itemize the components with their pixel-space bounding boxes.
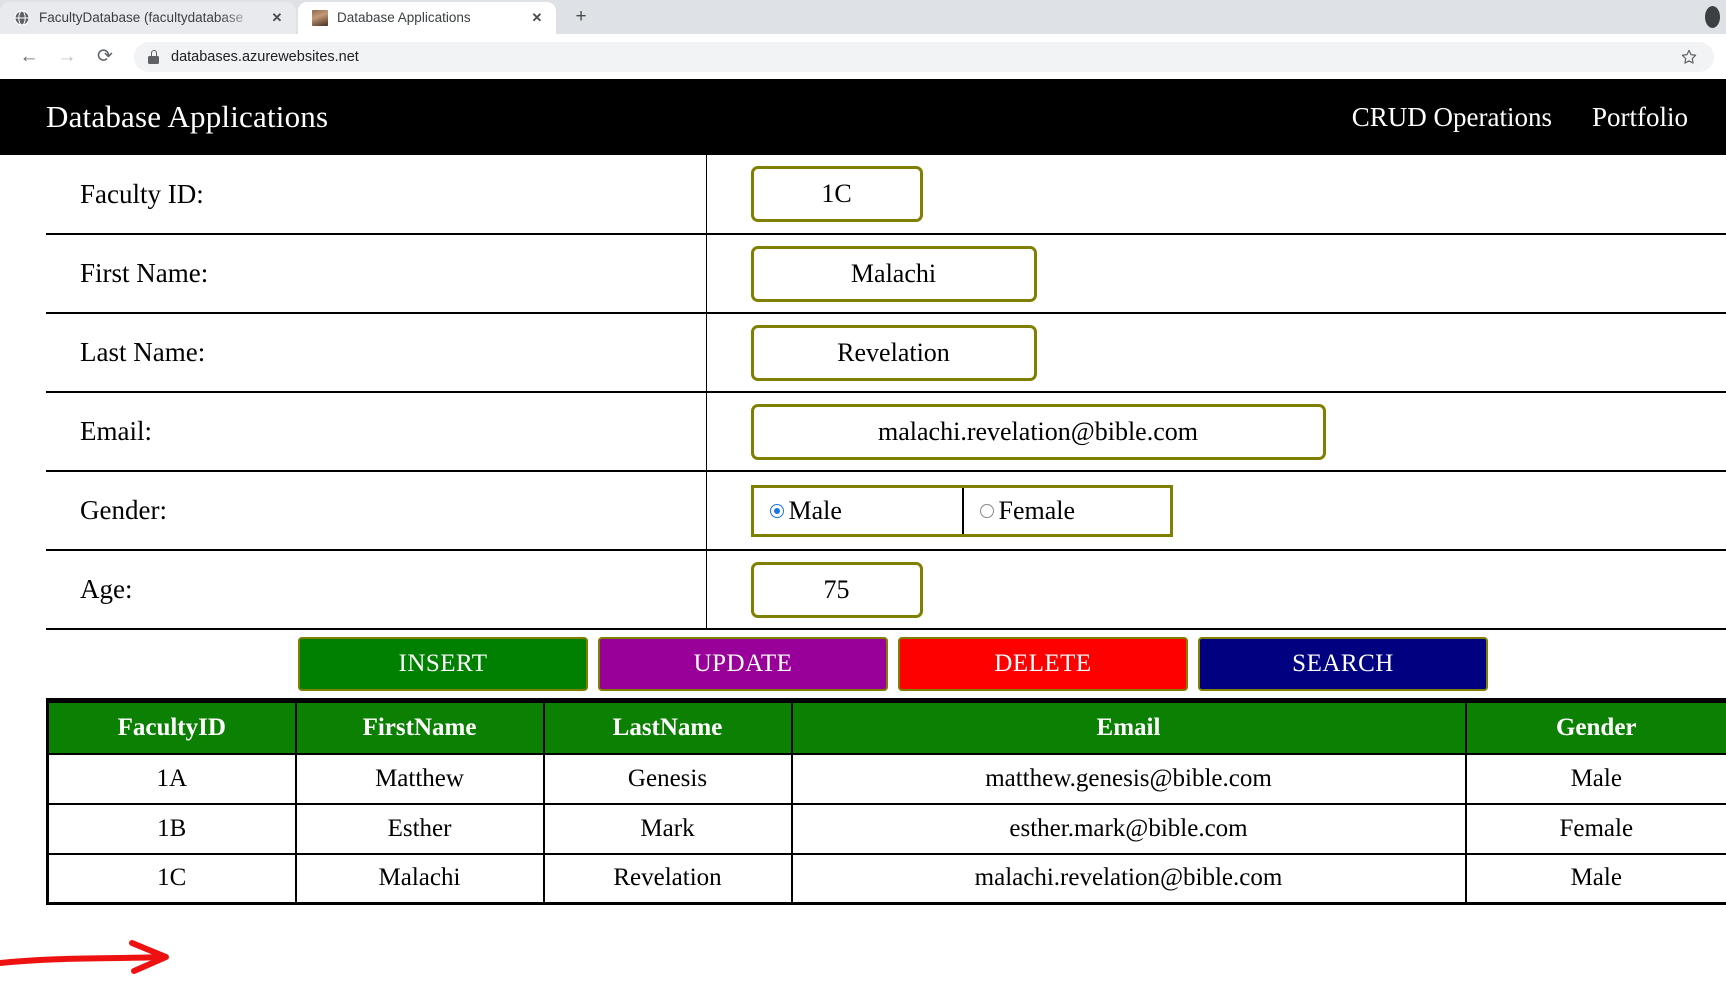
cell-email: matthew.genesis@bible.com xyxy=(790,752,1467,805)
back-button[interactable]: ← xyxy=(12,40,46,74)
browser-tab-facultydatabase[interactable]: FacultyDatabase (facultydatabase ✕ xyxy=(0,2,296,34)
tab-strip: FacultyDatabase (facultydatabase ✕ Datab… xyxy=(0,0,1726,34)
table-row[interactable]: 1B Esther Mark esther.mark@bible.com Fem… xyxy=(46,802,1726,855)
window-controls-icon[interactable] xyxy=(1705,6,1720,28)
tab-title: Database Applications xyxy=(337,10,471,25)
search-button[interactable]: SEARCH xyxy=(1198,637,1488,691)
form-row-first-name: First Name: Malachi xyxy=(46,234,1726,314)
gender-radio-group: Male Female xyxy=(750,484,1173,537)
cell-facultyid: 1C xyxy=(46,852,297,905)
nav-links: CRUD Operations Portfolio xyxy=(1352,102,1698,133)
main-content: Faculty ID: 1C First Name: Malachi Last … xyxy=(0,155,1726,905)
results-table-wrapper: FacultyID FirstName LastName Email Gende… xyxy=(46,700,1726,905)
column-header-facultyid[interactable]: FacultyID xyxy=(46,700,297,755)
email-input[interactable]: malachi.revelation@bible.com xyxy=(750,403,1326,460)
form-row-email: Email: malachi.revelation@bible.com xyxy=(46,392,1726,472)
form-row-last-name: Last Name: Revelation xyxy=(46,313,1726,393)
update-button[interactable]: UPDATE xyxy=(598,637,888,691)
first-name-input[interactable]: Malachi xyxy=(750,245,1037,302)
form-row-age: Age: 75 xyxy=(46,550,1726,630)
insert-button[interactable]: INSERT xyxy=(298,637,588,691)
form-row-faculty-id: Faculty ID: 1C xyxy=(46,155,1726,235)
tab-title: FacultyDatabase (facultydatabase xyxy=(39,10,244,25)
age-input[interactable]: 75 xyxy=(750,561,923,618)
cell-firstname: Malachi xyxy=(294,852,545,905)
form-label-gender: Gender: xyxy=(46,471,707,551)
reload-button[interactable]: ⟳ xyxy=(88,40,122,74)
cell-lastname: Revelation xyxy=(542,852,793,905)
column-header-gender[interactable]: Gender xyxy=(1464,700,1726,755)
new-tab-button[interactable]: + xyxy=(566,2,596,32)
cell-facultyid: 1A xyxy=(46,752,297,805)
url-text[interactable]: databases.azurewebsites.net xyxy=(171,49,1668,65)
gender-option-female-label: Female xyxy=(998,495,1076,525)
form-label-first-name: First Name: xyxy=(46,234,707,314)
cell-lastname: Genesis xyxy=(542,752,793,805)
faculty-form: Faculty ID: 1C First Name: Malachi Last … xyxy=(46,155,1726,630)
address-bar[interactable]: databases.azurewebsites.net xyxy=(134,41,1714,72)
column-header-email[interactable]: Email xyxy=(790,700,1467,755)
close-icon[interactable]: ✕ xyxy=(528,9,546,27)
faculty-id-input[interactable]: 1C xyxy=(750,166,923,222)
cell-gender: Male xyxy=(1464,752,1726,805)
form-label-last-name: Last Name: xyxy=(46,313,707,393)
cell-lastname: Mark xyxy=(542,802,793,855)
gender-option-male-label: Male xyxy=(788,495,842,525)
form-row-gender: Gender: Male Female xyxy=(46,471,1726,551)
cell-email: malachi.revelation@bible.com xyxy=(790,852,1467,905)
cell-gender: Female xyxy=(1464,802,1726,855)
table-row[interactable]: 1C Malachi Revelation malachi.revelation… xyxy=(46,852,1726,905)
form-label-email: Email: xyxy=(46,392,707,472)
page-title[interactable]: Database Applications xyxy=(46,99,328,135)
browser-tab-database-applications[interactable]: Database Applications ✕ xyxy=(298,2,556,34)
table-header-row: FacultyID FirstName LastName Email Gende… xyxy=(46,700,1726,755)
star-icon[interactable] xyxy=(1680,48,1698,66)
table-row[interactable]: 1A Matthew Genesis matthew.genesis@bible… xyxy=(46,752,1726,805)
cell-gender: Male xyxy=(1464,852,1726,905)
delete-button[interactable]: DELETE xyxy=(898,637,1188,691)
page-content: Database Applications CRUD Operations Po… xyxy=(0,79,1726,1004)
action-button-row: INSERT UPDATE DELETE SEARCH xyxy=(46,630,1726,700)
column-header-firstname[interactable]: FirstName xyxy=(294,700,545,755)
nav-link-portfolio[interactable]: Portfolio xyxy=(1592,102,1688,133)
form-label-faculty-id: Faculty ID: xyxy=(46,155,707,235)
last-name-input[interactable]: Revelation xyxy=(750,324,1037,381)
browser-toolbar: ← → ⟳ databases.azurewebsites.net xyxy=(0,34,1726,79)
site-navbar: Database Applications CRUD Operations Po… xyxy=(0,79,1726,155)
photo-icon xyxy=(311,10,328,27)
close-icon[interactable]: ✕ xyxy=(268,9,286,27)
radio-male-icon[interactable] xyxy=(769,503,784,518)
cell-email: esther.mark@bible.com xyxy=(790,802,1467,855)
cell-firstname: Matthew xyxy=(294,752,545,805)
gender-option-female[interactable]: Female xyxy=(961,487,1170,534)
results-table: FacultyID FirstName LastName Email Gende… xyxy=(46,700,1726,905)
column-header-lastname[interactable]: LastName xyxy=(542,700,793,755)
form-label-age: Age: xyxy=(46,550,707,630)
cell-facultyid: 1B xyxy=(46,802,297,855)
nav-link-crud-operations[interactable]: CRUD Operations xyxy=(1352,102,1552,133)
gender-option-male[interactable]: Male xyxy=(754,488,962,534)
forward-button[interactable]: → xyxy=(50,40,84,74)
lock-icon xyxy=(148,49,159,64)
browser-window: FacultyDatabase (facultydatabase ✕ Datab… xyxy=(0,0,1726,1004)
cell-firstname: Esther xyxy=(294,802,545,855)
globe-icon xyxy=(13,10,30,27)
radio-female-icon[interactable] xyxy=(979,503,994,518)
